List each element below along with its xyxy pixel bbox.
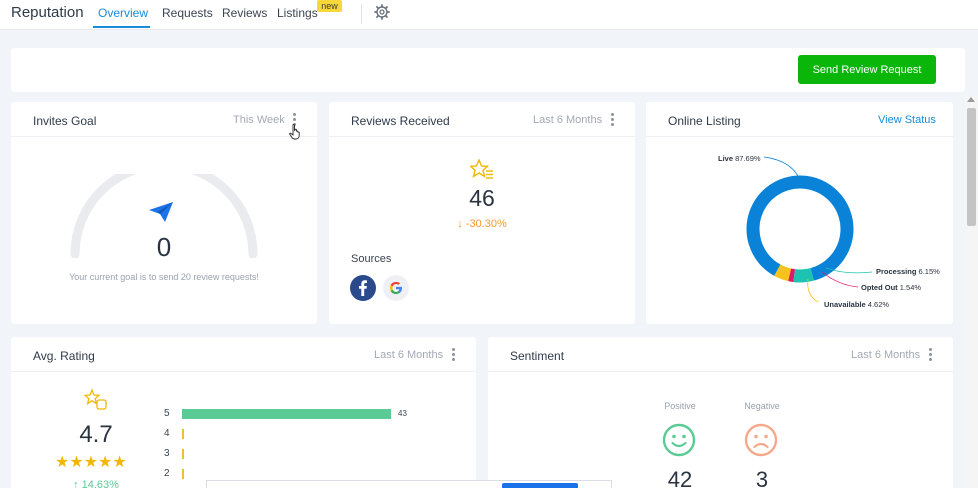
tab-requests[interactable]: Requests xyxy=(162,6,213,20)
processing-label: Processing 6.15% xyxy=(876,267,940,276)
hand-cursor-icon xyxy=(289,124,300,140)
facebook-icon[interactable] xyxy=(350,275,376,301)
view-status-link[interactable]: View Status xyxy=(878,114,936,126)
card-header: Reviews Received Last 6 Months xyxy=(329,102,635,137)
invites-goal-note: Your current goal is to send 20 review r… xyxy=(69,272,259,282)
sources-label: Sources xyxy=(351,253,392,265)
rating-bar-count: 43 xyxy=(398,409,407,418)
reviews-period[interactable]: Last 6 Months xyxy=(533,114,602,126)
rating-bar xyxy=(182,409,391,419)
invites-goal-title: Invites Goal xyxy=(33,114,97,128)
rating-menu-icon[interactable] xyxy=(452,348,456,362)
reviews-received-title: Reviews Received xyxy=(351,114,450,128)
card-header: Avg. Rating Last 6 Months xyxy=(11,337,476,372)
rating-stars: ★★★★★ xyxy=(55,452,127,472)
sad-face-icon xyxy=(744,423,778,457)
rating-bar xyxy=(182,469,184,479)
app-title: Reputation xyxy=(11,4,84,21)
popup-button[interactable] xyxy=(502,483,578,488)
rating-bar xyxy=(182,449,184,459)
tab-listings[interactable]: Listings xyxy=(277,6,318,20)
unavailable-leader-line xyxy=(807,278,819,303)
card-header: Invites Goal This Week xyxy=(11,102,317,137)
card-header: Online Listing View Status xyxy=(646,102,953,137)
top-navigation: Reputation Overview Requests Reviews Lis… xyxy=(0,0,978,30)
rating-bar-label: 3 xyxy=(164,448,170,459)
sentiment-period[interactable]: Last 6 Months xyxy=(851,349,920,361)
reviews-change: ↓ -30.30% xyxy=(457,218,507,230)
negative-count: 3 xyxy=(755,467,769,488)
reviews-received-card: Reviews Received Last 6 Months 46 ↓ -30.… xyxy=(329,102,635,324)
online-listing-title: Online Listing xyxy=(668,114,741,128)
nav-divider xyxy=(361,4,362,24)
star-icon: ★ xyxy=(112,454,127,471)
tab-reviews[interactable]: Reviews xyxy=(222,6,267,20)
active-tab-indicator xyxy=(93,26,150,28)
sentiment-card: Sentiment Last 6 Months Positive Negativ… xyxy=(488,337,953,488)
avg-rating-value: 4.7 xyxy=(79,421,113,448)
invites-goal-value: 0 xyxy=(156,232,172,262)
sentiment-title: Sentiment xyxy=(510,349,565,363)
invites-goal-card: Invites Goal This Week 0 Your current go… xyxy=(11,102,317,324)
tab-overview[interactable]: Overview xyxy=(98,6,148,20)
scrollbar-thumb[interactable] xyxy=(967,108,976,226)
new-badge: new xyxy=(317,0,342,12)
online-listing-card: Online Listing View Status Live 87.69% P… xyxy=(646,102,953,324)
rating-change: ↑ 14.63% xyxy=(11,479,181,488)
rating-bar-label: 2 xyxy=(164,468,170,479)
star-badge-icon xyxy=(84,389,107,410)
sentiment-menu-icon[interactable] xyxy=(929,348,933,362)
paper-plane-icon xyxy=(149,202,173,222)
google-icon[interactable] xyxy=(383,275,409,301)
star-icon: ★ xyxy=(83,454,99,471)
invites-period[interactable]: This Week xyxy=(233,114,285,126)
card-header: Sentiment Last 6 Months xyxy=(488,337,953,372)
reviews-menu-icon[interactable] xyxy=(611,113,615,127)
reviews-received-value: 46 xyxy=(469,185,495,211)
opted-out-label: Opted Out 1.54% xyxy=(861,283,921,292)
star-icon: ★ xyxy=(69,454,84,471)
star-icon: ★ xyxy=(98,454,113,471)
avg-rating-title: Avg. Rating xyxy=(33,349,95,363)
happy-face-icon xyxy=(662,423,696,457)
rating-bar-label: 4 xyxy=(164,428,170,439)
send-review-request-button[interactable]: Send Review Request xyxy=(798,55,936,84)
scroll-up-icon[interactable] xyxy=(967,97,975,102)
arrow-up-icon: ↑ xyxy=(73,479,79,488)
gear-icon[interactable] xyxy=(374,4,390,20)
positive-label: Positive xyxy=(664,401,696,411)
live-label: Live 87.69% xyxy=(718,154,761,163)
positive-count: 42 xyxy=(667,467,693,488)
arrow-down-icon: ↓ xyxy=(457,218,463,230)
unavailable-label: Unavailable 4.62% xyxy=(824,300,889,309)
action-bar: Send Review Request xyxy=(11,48,965,92)
rating-bar xyxy=(182,429,184,439)
star-list-icon xyxy=(470,159,493,179)
rating-period[interactable]: Last 6 Months xyxy=(374,349,443,361)
negative-label: Negative xyxy=(744,401,780,411)
avg-rating-card: Avg. Rating Last 6 Months 4.7 ★★★★★ ↑ 14… xyxy=(11,337,476,488)
rating-bar-label: 5 xyxy=(164,408,170,419)
star-icon: ★ xyxy=(55,454,70,471)
listing-donut-chart: Live 87.69% Processing 6.15% Opted Out 1… xyxy=(718,154,940,309)
